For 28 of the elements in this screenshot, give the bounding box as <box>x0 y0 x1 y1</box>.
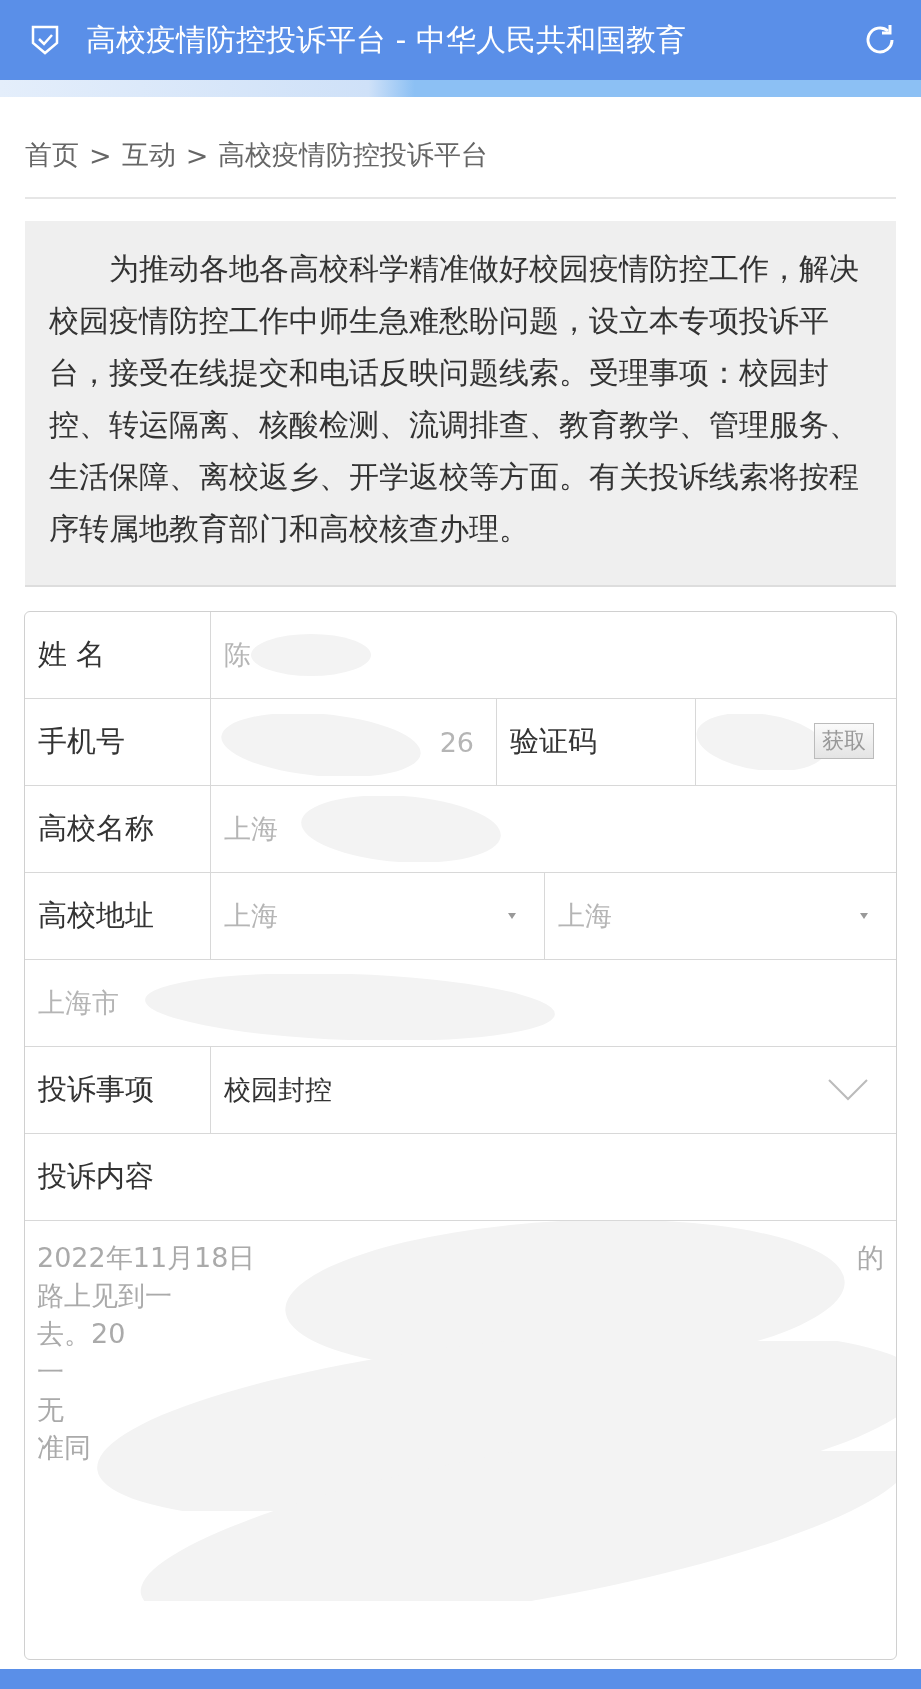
caret-icon <box>860 913 868 919</box>
field-label: 高校地址 <box>25 873 211 959</box>
content-textarea[interactable]: 2022年11月18日 的 路上见到一 去。20 一 无 准同 <box>25 1221 896 1659</box>
field-label: 手机号 <box>25 699 211 785</box>
shield-check-icon <box>30 24 60 56</box>
breadcrumb-link[interactable]: 首页 <box>25 137 79 173</box>
breadcrumb-link[interactable]: 互动 <box>121 137 176 173</box>
field-label: 高校名称 <box>25 786 211 872</box>
address-field[interactable]: 上海市 <box>25 960 896 1046</box>
notice-text: 为推动各地各高校科学精准做好校园疫情防控工作，解决校园疫情防控工作中师生急难愁盼问题，设立本专项投诉平台，接受在线提交和电话反映问题线索。受理事项：校园封控、转运隔离、核酸检测、流调排查、教育教学、管理服务、生活保障、离校返乡、开学返校等方面。有关投诉线索将按程序转属地教育部门和高校核查办理。 <box>25 221 896 587</box>
province-select[interactable]: 上海 <box>211 873 545 959</box>
breadcrumb-separator: > <box>89 139 112 171</box>
phone-field[interactable]: 26 <box>211 699 497 785</box>
city-select[interactable]: 上海 <box>545 873 896 959</box>
field-label: 投诉事项 <box>25 1047 211 1133</box>
page-title: 高校疫情防控投诉平台 - 中华人民共和国教育 <box>86 20 687 59</box>
chevron-down-icon <box>828 1079 868 1101</box>
code-field[interactable]: 获取 <box>696 699 896 785</box>
field-label: 投诉内容 <box>37 1158 155 1195</box>
school-field[interactable]: 上海 <box>211 786 896 872</box>
field-label: 姓 名 <box>25 612 211 698</box>
category-select[interactable]: 校园封控 <box>211 1047 896 1133</box>
breadcrumb-separator: > <box>185 139 209 171</box>
breadcrumb-link[interactable]: 高校疫情防控投诉平台 <box>218 137 489 173</box>
field-label: 验证码 <box>497 699 696 785</box>
get-code-button[interactable]: 获取 <box>814 723 874 759</box>
name-field[interactable]: 陈 <box>211 612 896 698</box>
caret-icon <box>508 913 516 919</box>
